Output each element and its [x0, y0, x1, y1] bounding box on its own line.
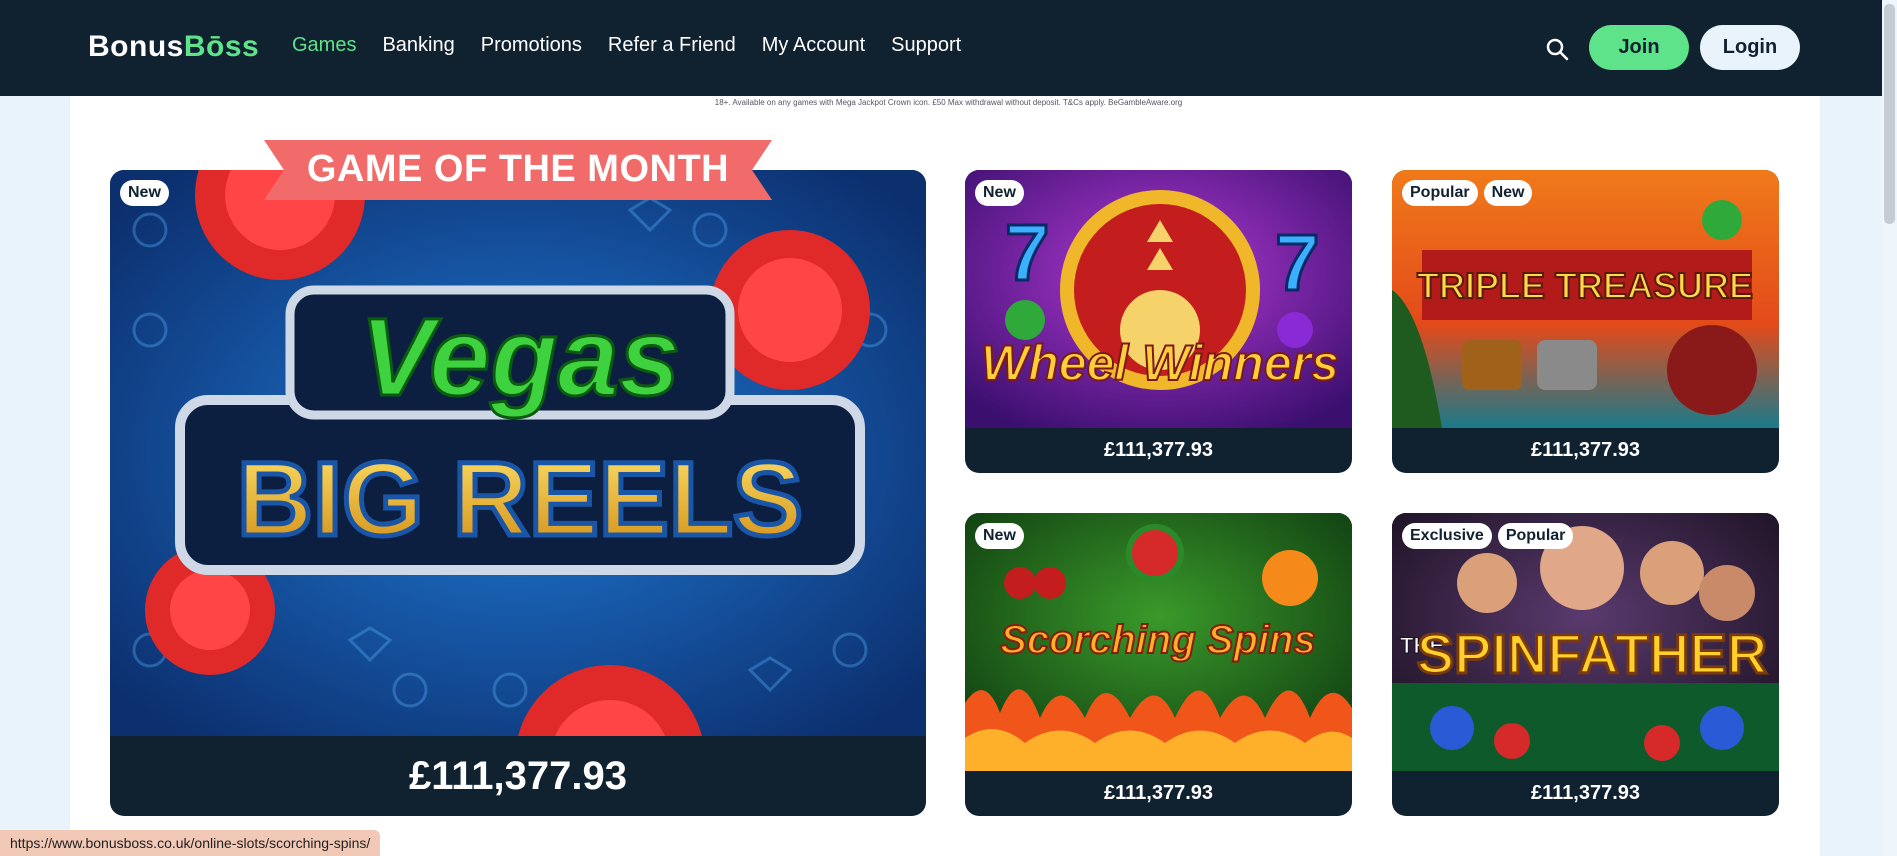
- join-button[interactable]: Join: [1589, 25, 1689, 70]
- featured-badges: New: [120, 180, 169, 206]
- badge-new: New: [120, 180, 169, 206]
- big-reels-title-text: BIG REELS: [237, 441, 803, 558]
- logo-text-boss: Bōss: [183, 30, 260, 63]
- login-button[interactable]: Login: [1700, 25, 1800, 70]
- badge-exclusive: Exclusive: [1402, 523, 1492, 549]
- main-nav: Games Banking Promotions Refer a Friend …: [292, 34, 961, 57]
- top-navbar: BonusBōss Games Banking Promotions Refer…: [0, 0, 1897, 96]
- featured-jackpot-amount: £111,377.93: [408, 754, 628, 798]
- nav-link-refer-a-friend[interactable]: Refer a Friend: [608, 34, 736, 57]
- browser-status-url: https://www.bonusboss.co.uk/online-slots…: [0, 830, 381, 856]
- nav-link-support[interactable]: Support: [891, 34, 961, 57]
- spinfather-jackpot: £111,377.93: [1530, 782, 1640, 804]
- badge-new: New: [1483, 180, 1533, 206]
- badge-popular: Popular: [1402, 180, 1478, 206]
- triple-treasure-title-text: TRIPLE TREASURE: [1417, 265, 1753, 306]
- scorching-spins-artwork: Scorching Spins: [965, 513, 1352, 771]
- nav-link-my-account[interactable]: My Account: [762, 34, 865, 57]
- spinfather-title-text: SPINFATHER: [1417, 622, 1768, 685]
- spinfather-badges: Exclusive Popular: [1402, 523, 1574, 549]
- svg-text:7: 7: [1005, 208, 1050, 297]
- badge-new: New: [975, 180, 1024, 206]
- game-card-the-spinfather[interactable]: THE SPINFATHER £111,377.93 Exclusive Pop…: [1392, 513, 1779, 816]
- scorching-spins-badges: New: [975, 523, 1024, 549]
- nav-link-banking[interactable]: Banking: [382, 34, 454, 57]
- badge-new: New: [975, 523, 1024, 549]
- wheel-winners-artwork: 7 7 Wheel Winners: [965, 170, 1352, 428]
- game-card-scorching-spins[interactable]: Scorching Spins £111,377.93 New: [965, 513, 1352, 816]
- nav-link-games[interactable]: Games: [292, 34, 356, 57]
- scrollbar-thumb[interactable]: [1884, 4, 1895, 224]
- vegas-title-text: Vegas: [360, 296, 680, 419]
- spinfather-artwork: THE SPINFATHER: [1392, 513, 1779, 771]
- page-scrollbar[interactable]: [1882, 0, 1897, 856]
- scorching-spins-title-text: Scorching Spins: [1000, 618, 1316, 662]
- game-card-wheel-winners[interactable]: 7 7 Wheel Winners £111,377.93 New: [965, 170, 1352, 473]
- featured-game-card-vegas-big-reels[interactable]: Vegas BIG REELS £111,377.93 New: [110, 170, 926, 816]
- triple-treasure-badges: Popular New: [1402, 180, 1533, 206]
- game-of-the-month-label: GAME OF THE MONTH: [306, 148, 730, 190]
- search-icon[interactable]: [1545, 37, 1569, 61]
- triple-treasure-artwork: TRIPLE TREASURE: [1392, 170, 1779, 428]
- scorching-spins-jackpot: £111,377.93: [1103, 782, 1213, 804]
- triple-treasure-jackpot: £111,377.93: [1530, 439, 1640, 461]
- terms-disclaimer: 18+. Available on any games with Mega Ja…: [714, 98, 1183, 107]
- vegas-big-reels-artwork: Vegas BIG REELS: [110, 170, 926, 736]
- game-card-triple-treasure[interactable]: TRIPLE TREASURE £111,377.93 Popular New: [1392, 170, 1779, 473]
- logo-text-bonus: Bonus: [88, 30, 184, 63]
- wheel-winners-badges: New: [975, 180, 1024, 206]
- svg-text:7: 7: [1275, 218, 1320, 307]
- wheel-winners-jackpot: £111,377.93: [1103, 439, 1213, 461]
- wheel-winners-title-text: Wheel Winners: [981, 335, 1339, 391]
- bonusboss-logo[interactable]: BonusBōss: [88, 30, 259, 64]
- badge-popular: Popular: [1497, 523, 1574, 549]
- nav-link-promotions[interactable]: Promotions: [481, 34, 582, 57]
